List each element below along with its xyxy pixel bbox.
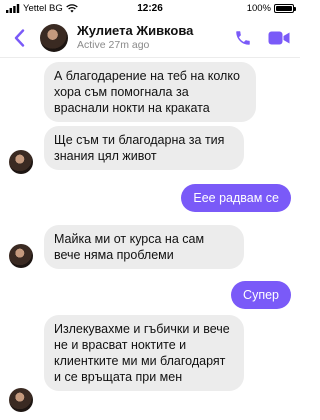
battery-icon bbox=[274, 3, 296, 13]
call-button[interactable] bbox=[232, 27, 254, 49]
sender-avatar[interactable] bbox=[9, 150, 33, 174]
sender-avatar[interactable] bbox=[9, 244, 33, 268]
contact-name: Жулиета Живкова bbox=[77, 23, 194, 38]
phone-icon bbox=[236, 30, 250, 45]
back-button[interactable] bbox=[8, 23, 30, 53]
video-camera-icon bbox=[268, 31, 290, 44]
clock: 12:26 bbox=[137, 2, 163, 14]
status-bar: Yettel BG 12:26 100% bbox=[0, 0, 300, 16]
video-call-button[interactable] bbox=[268, 27, 290, 49]
message-outgoing[interactable]: Супер bbox=[231, 281, 291, 309]
message-incoming[interactable]: Излекувахме и гъбички и вече не и врасва… bbox=[44, 315, 244, 391]
chevron-left-icon bbox=[14, 28, 24, 47]
message-incoming[interactable]: А благодарение на теб на колко хора съм … bbox=[44, 62, 256, 122]
contact-info[interactable]: Жулиета Живкова Active 27m ago bbox=[77, 23, 194, 51]
header-actions bbox=[232, 27, 290, 49]
message-outgoing[interactable]: Еее радвам се bbox=[181, 184, 291, 212]
sender-avatar[interactable] bbox=[9, 388, 33, 412]
battery-fill bbox=[276, 5, 292, 11]
message-incoming[interactable]: Майка ми от курса на сам вече няма пробл… bbox=[44, 225, 244, 269]
message-incoming[interactable]: Ще съм ти благодарна за тия знания цял ж… bbox=[44, 126, 244, 170]
contact-avatar[interactable] bbox=[40, 23, 68, 52]
conversation-header: Жулиета Живкова Active 27m ago bbox=[0, 18, 300, 58]
contact-status: Active 27m ago bbox=[77, 38, 150, 51]
